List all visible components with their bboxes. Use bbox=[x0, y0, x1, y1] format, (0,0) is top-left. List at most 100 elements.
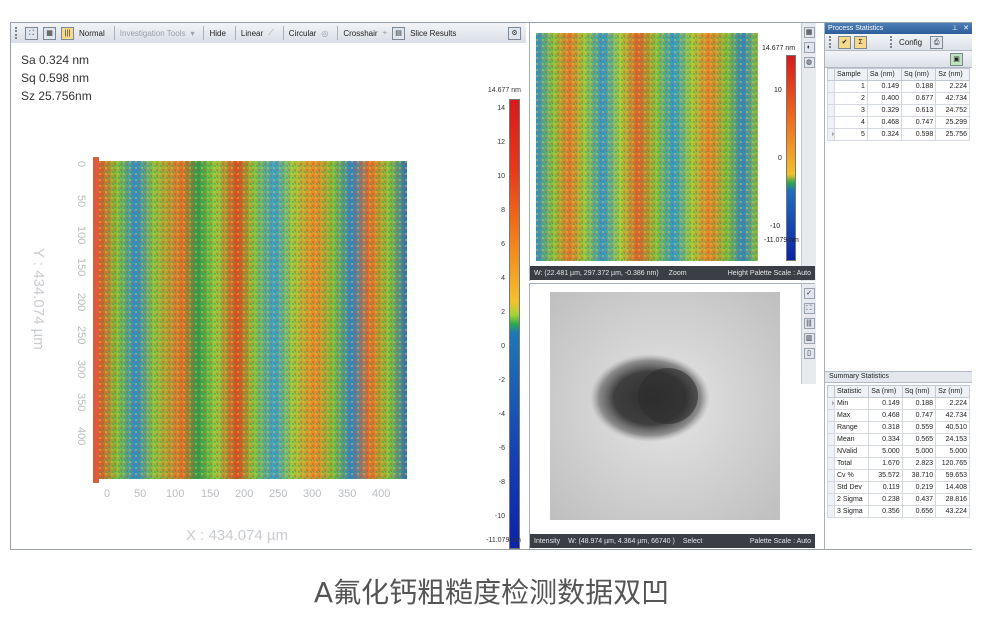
table-row[interactable]: 4 0.468 0.747 25.299 bbox=[827, 116, 970, 129]
column-header[interactable]: Sq (nm) bbox=[901, 385, 937, 398]
line-tool-icon[interactable]: ⟋ bbox=[268, 28, 274, 38]
cell: 24.153 bbox=[935, 433, 970, 446]
row-selector-icon[interactable]: › bbox=[827, 397, 835, 410]
mode-button[interactable]: Normal bbox=[79, 29, 105, 38]
table-row[interactable]: 2 Sigma 0.238 0.437 28.816 bbox=[827, 493, 970, 506]
map-color-scale bbox=[786, 55, 796, 261]
check-icon[interactable]: ✓ bbox=[803, 288, 815, 299]
table-row[interactable]: 2 0.400 0.677 42.734 bbox=[827, 92, 970, 105]
cell: NValid bbox=[833, 445, 870, 458]
x-tick: 400 bbox=[372, 488, 391, 500]
surface-3d-view[interactable]: Sa 0.324 nm Sq 0.598 nm Sz 25.756nm X: … bbox=[11, 43, 526, 549]
cell: 24.752 bbox=[935, 104, 970, 117]
investigation-tools-menu[interactable]: Investigation Tools bbox=[120, 29, 186, 38]
height-map-image[interactable] bbox=[536, 33, 758, 261]
fit-icon[interactable]: ⛶ bbox=[803, 303, 815, 314]
slice-results-icon[interactable]: ▤ bbox=[392, 26, 406, 40]
x-tick: 50 bbox=[134, 488, 147, 500]
x-tick: 350 bbox=[338, 488, 357, 500]
table-row[interactable]: 3 0.329 0.613 24.752 bbox=[827, 104, 970, 117]
table-row[interactable]: NValid 5.000 5.000 5.000 bbox=[827, 445, 970, 458]
print-icon[interactable]: ⎙ bbox=[930, 35, 944, 49]
x-tick: 100 bbox=[166, 488, 185, 500]
cell: 0.329 bbox=[866, 104, 903, 117]
map-scale-min: -11.079 nm bbox=[764, 237, 799, 244]
process-statistics-title-text: Process Statistics bbox=[828, 25, 884, 32]
row-selector-icon[interactable]: › bbox=[827, 128, 835, 141]
fit-view-icon[interactable]: ⛶ bbox=[25, 26, 38, 40]
save-icon[interactable]: ▣ bbox=[950, 52, 963, 66]
settings-icon[interactable]: ⚙ bbox=[508, 26, 521, 40]
column-header[interactable]: Sz (nm) bbox=[935, 68, 970, 81]
table-row[interactable]: 1 0.149 0.188 2.224 bbox=[827, 80, 970, 93]
striped-view-icon[interactable]: ||| bbox=[61, 26, 74, 40]
table-row[interactable]: Max 0.468 0.747 42.734 bbox=[827, 409, 970, 422]
table-row[interactable]: Mean 0.334 0.565 24.153 bbox=[827, 433, 970, 446]
table-row[interactable]: Cv % 35.572 38.710 59.653 bbox=[827, 469, 970, 482]
hide-button[interactable]: Hide bbox=[209, 29, 225, 38]
column-header[interactable]: Sample bbox=[834, 68, 868, 81]
circle-tool-icon[interactable]: ◎ bbox=[321, 29, 328, 38]
table-row[interactable]: 3 Sigma 0.356 0.656 43.224 bbox=[827, 505, 970, 518]
scale-min-label: -11.079 nm bbox=[486, 537, 521, 544]
toolbar-grip[interactable] bbox=[15, 27, 20, 39]
palette-status[interactable]: Palette Scale : Auto bbox=[750, 538, 811, 545]
column-header[interactable]: Sq (nm) bbox=[901, 68, 937, 81]
table-row[interactable]: › Min 0.149 0.188 2.224 bbox=[827, 397, 970, 410]
summary-statistics-section: Summary Statistics Statistic Sa (nm) Sq … bbox=[825, 371, 972, 518]
y-tick: 150 bbox=[75, 258, 87, 277]
table-row[interactable]: Std Dev 0.119 0.219 14.408 bbox=[827, 481, 970, 494]
summary-statistics-table: Statistic Sa (nm) Sq (nm) Sz (nm) › Min 0.… bbox=[827, 385, 970, 518]
close-icon[interactable]: ✕ bbox=[963, 23, 969, 34]
slice-results-button[interactable]: Slice Results bbox=[410, 29, 456, 38]
table-row[interactable]: › 5 0.324 0.598 25.756 bbox=[827, 128, 970, 141]
intensity-mode[interactable]: Intensity bbox=[534, 538, 560, 545]
x-tick: 250 bbox=[269, 488, 288, 500]
zoom-status[interactable]: Zoom bbox=[669, 270, 687, 277]
grid-icon[interactable]: ▦ bbox=[803, 27, 815, 38]
palette-icon[interactable]: ◐ bbox=[803, 42, 815, 53]
intensity-image[interactable] bbox=[550, 292, 780, 520]
cell: 4 bbox=[834, 116, 868, 129]
cell: 0.318 bbox=[868, 421, 903, 434]
height-map-view[interactable]: 14.677 nm 10 0 -10 -11.079 nm ▦ ◐ ◍ W: (… bbox=[529, 23, 816, 281]
color-picker-icon[interactable]: ◍ bbox=[803, 57, 815, 68]
cell: 0.324 bbox=[866, 128, 903, 141]
sigma-icon[interactable]: Σ bbox=[854, 35, 867, 49]
image-view-icon[interactable]: ▦ bbox=[43, 26, 56, 40]
map-scale-max: 14.677 nm bbox=[762, 45, 796, 52]
cell: 3 Sigma bbox=[833, 505, 870, 518]
table-row[interactable]: Total 1.670 2.823 120.765 bbox=[827, 457, 970, 470]
cell: 0.219 bbox=[901, 481, 937, 494]
crosshair-icon[interactable]: ⌖ bbox=[383, 28, 388, 38]
pin-icon[interactable]: ⊥ bbox=[952, 23, 958, 34]
height-palette-status[interactable]: Height Palette Scale : Auto bbox=[728, 270, 811, 277]
surface-3d-plot[interactable] bbox=[93, 155, 409, 485]
column-header[interactable]: Sz (nm) bbox=[935, 385, 970, 398]
intensity-view[interactable]: ✓ ⛶ ||| ▥ ▯ Intensity W: (48.974 µm, 4.3… bbox=[529, 283, 816, 549]
circular-button[interactable]: Circular bbox=[289, 29, 317, 38]
column-header[interactable]: Sa (nm) bbox=[866, 68, 903, 81]
cell: 35.572 bbox=[868, 469, 903, 482]
chevron-down-icon[interactable]: ▾ bbox=[190, 29, 194, 38]
bars-icon[interactable]: ||| bbox=[803, 318, 815, 329]
cell: 42.734 bbox=[935, 92, 970, 105]
column-header[interactable]: Sa (nm) bbox=[868, 385, 903, 398]
toolbar-grip[interactable] bbox=[829, 36, 834, 48]
config-button[interactable]: Config bbox=[899, 38, 922, 47]
app-window: ⛶ ▦ ||| Normal Investigation Tools ▾ Hid… bbox=[10, 22, 972, 550]
layers-icon[interactable]: ▥ bbox=[803, 333, 815, 344]
toolbar-grip[interactable] bbox=[890, 36, 895, 48]
linear-button[interactable]: Linear bbox=[241, 29, 263, 38]
crosshair-button[interactable]: Crosshair bbox=[343, 29, 377, 38]
cell: Std Dev bbox=[833, 481, 870, 494]
select-status[interactable]: Select bbox=[683, 538, 702, 545]
scale-max-label: 14.677 nm bbox=[487, 87, 521, 94]
x-tick: 200 bbox=[235, 488, 254, 500]
column-header[interactable]: Statistic bbox=[833, 385, 870, 398]
columns-icon[interactable]: ▯ bbox=[803, 348, 815, 359]
cell: 0.598 bbox=[901, 128, 937, 141]
table-row[interactable]: Range 0.318 0.559 40.510 bbox=[827, 421, 970, 434]
checkmark-icon[interactable]: ✔ bbox=[838, 35, 851, 49]
process-statistics-subtoolbar: ▣ bbox=[825, 51, 972, 68]
